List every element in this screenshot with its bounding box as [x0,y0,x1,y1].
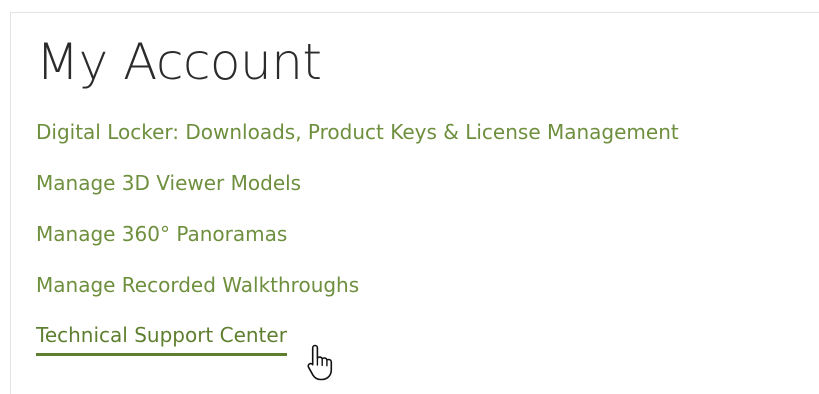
my-account-panel: My Account Digital Locker: Downloads, Pr… [10,12,819,394]
manage-recorded-walkthroughs-link[interactable]: Manage Recorded Walkthroughs [36,266,359,304]
digital-locker-link[interactable]: Digital Locker: Downloads, Product Keys … [36,113,679,151]
manage-3d-viewer-models-link[interactable]: Manage 3D Viewer Models [36,164,301,202]
technical-support-center-link[interactable]: Technical Support Center [36,317,287,356]
list-item: Digital Locker: Downloads, Product Keys … [36,113,679,164]
list-item: Manage 3D Viewer Models [36,164,679,215]
list-item: Manage 360° Panoramas [36,215,679,266]
list-item: Technical Support Center [36,317,679,368]
account-links-list: Digital Locker: Downloads, Product Keys … [36,113,679,368]
hand-pointer-icon [307,344,333,381]
manage-360-panoramas-link[interactable]: Manage 360° Panoramas [36,215,287,253]
page-title: My Account [36,33,322,91]
list-item: Manage Recorded Walkthroughs [36,266,679,317]
